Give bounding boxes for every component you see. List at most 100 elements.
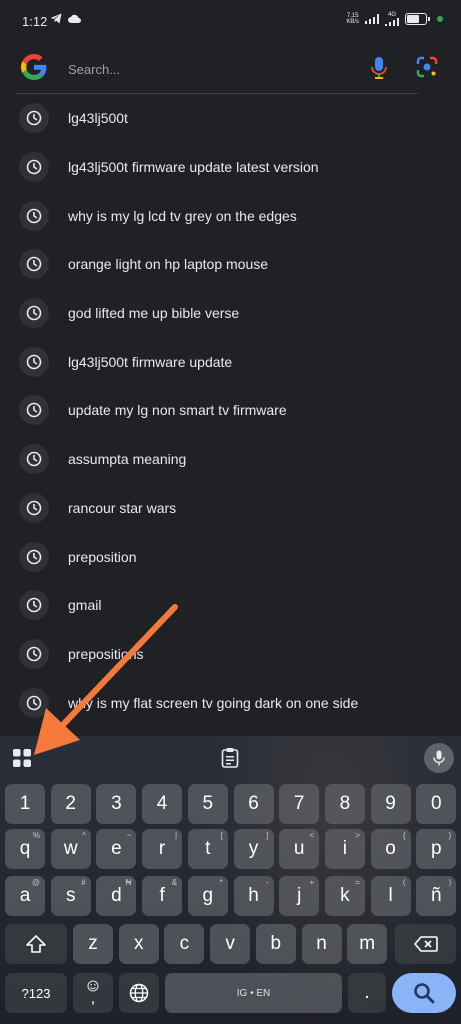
key-letter[interactable]: e ~ (96, 829, 137, 869)
backspace-icon (413, 936, 438, 952)
key-label: 5 (202, 793, 214, 814)
key-hint: ( (402, 878, 406, 887)
key-letter[interactable]: u < (279, 829, 320, 869)
key-label: 9 (385, 793, 396, 814)
key-letter[interactable]: r | (142, 829, 183, 869)
key-number[interactable]: 0 (416, 784, 457, 824)
key-label: i (342, 838, 347, 859)
key-letter[interactable]: b (255, 924, 296, 964)
key-label: t (205, 838, 211, 859)
key-label: 3 (111, 793, 122, 814)
google-logo-icon (21, 54, 47, 80)
key-letter[interactable]: o{ (370, 829, 411, 869)
suggestion-text: lg43lj500t firmware update (68, 353, 233, 370)
key-number[interactable]: 6 (233, 784, 274, 824)
key-letter[interactable]: a @ (5, 876, 45, 916)
key-letter[interactable]: ñ) (416, 876, 457, 916)
history-suggestion[interactable]: gmail (0, 581, 461, 630)
key-label: 4 (156, 793, 168, 814)
key-letter[interactable]: c (164, 924, 205, 964)
key-letter[interactable]: m (347, 924, 388, 964)
history-suggestion[interactable]: rancour star wars (0, 484, 461, 533)
history-suggestion[interactable]: prepositions (0, 630, 461, 679)
language-globe-key[interactable] (119, 973, 159, 1013)
key-label: 6 (248, 793, 259, 814)
key-number[interactable]: 1 (5, 784, 45, 824)
symbols-key[interactable]: ?123 (5, 973, 67, 1013)
keyboard-search-key[interactable] (392, 973, 456, 1013)
history-suggestion[interactable]: preposition (0, 532, 461, 581)
key-letter[interactable]: y] (233, 829, 274, 869)
history-clock-icon (19, 346, 49, 377)
key-letter[interactable]: i > (324, 829, 365, 869)
key-hint: ] (266, 831, 269, 840)
key-number[interactable]: 4 (142, 784, 183, 824)
emoji-comma-key[interactable]: , (73, 973, 113, 1013)
history-clock-icon (19, 152, 49, 183)
history-suggestion[interactable]: assumpta meaning (0, 435, 461, 484)
key-number[interactable]: 5 (187, 784, 228, 824)
search-icon (414, 983, 435, 1004)
period-key[interactable]: . (348, 973, 386, 1013)
key-label: o (385, 838, 396, 859)
key-letter[interactable]: g * (187, 876, 228, 916)
key-letter[interactable]: j + (279, 876, 320, 916)
key-label: s (65, 885, 76, 906)
suggestion-text: god lifted me up bible verse (68, 305, 240, 322)
google-lens-icon[interactable] (416, 56, 438, 78)
history-suggestion[interactable]: god lifted me up bible verse (0, 289, 461, 338)
space-bar[interactable]: IG • EN (165, 973, 342, 1013)
key-label: g (202, 885, 214, 906)
key-letter[interactable]: p} (416, 829, 457, 869)
key-number[interactable]: 3 (96, 784, 137, 824)
suggestion-text: why is my flat screen tv going dark on o… (68, 694, 359, 711)
key-letter[interactable]: x (118, 924, 159, 964)
key-letter[interactable]: w ^ (50, 829, 91, 869)
suggestion-text: update my lg non smart tv firmware (68, 402, 287, 419)
history-suggestion[interactable]: lg43lj500t firmware update (0, 337, 461, 386)
key-letter[interactable]: z (73, 924, 113, 964)
telegram-icon (50, 13, 62, 24)
shift-key[interactable] (5, 924, 67, 964)
key-number[interactable]: 9 (370, 784, 411, 824)
key-label: 1 (19, 793, 31, 814)
history-suggestion[interactable]: lg43lj500t (0, 94, 461, 143)
mic-icon (433, 750, 445, 766)
history-suggestion[interactable]: why is my lg lcd tv grey on the edges (0, 191, 461, 240)
history-suggestion[interactable]: lg43lj500t firmware update latest versio… (0, 143, 461, 192)
search-bar (16, 44, 438, 92)
key-label: k (340, 885, 350, 906)
key-letter[interactable]: k = (324, 876, 365, 916)
key-hint: } (448, 831, 452, 840)
battery-icon (405, 13, 430, 25)
keyboard-voice-input-button[interactable] (424, 743, 454, 773)
voice-search-mic-icon[interactable] (370, 56, 388, 80)
key-number[interactable]: 7 (279, 784, 320, 824)
history-suggestion[interactable]: why is my flat screen tv going dark on o… (0, 678, 461, 727)
key-label: 7 (293, 793, 305, 814)
history-clock-icon (19, 298, 49, 329)
key-number[interactable]: 2 (50, 784, 91, 824)
key-hint: < (309, 831, 315, 840)
key-letter[interactable]: q% (5, 829, 45, 869)
key-label: n (316, 933, 327, 954)
key-letter[interactable]: d ₦ (96, 876, 137, 916)
key-number[interactable]: 8 (324, 784, 365, 824)
key-label: y (248, 838, 259, 859)
search-input[interactable] (66, 56, 350, 82)
keyboard-apps-grid-icon[interactable] (12, 748, 32, 768)
cloud-icon (68, 14, 81, 23)
key-letter[interactable]: v (210, 924, 251, 964)
key-letter[interactable]: n (301, 924, 342, 964)
key-label: q (19, 838, 31, 859)
key-letter[interactable]: t[ (187, 829, 228, 869)
key-letter[interactable]: h- (233, 876, 274, 916)
key-letter[interactable]: l( (370, 876, 411, 916)
key-letter[interactable]: s # (50, 876, 91, 916)
history-suggestion[interactable]: orange light on hp laptop mouse (0, 240, 461, 289)
clipboard-icon[interactable] (220, 747, 240, 769)
backspace-key[interactable] (395, 924, 456, 964)
history-suggestion[interactable]: update my lg non smart tv firmware (0, 386, 461, 435)
status-bar: 1:12 7.15 KB/s 4G (0, 0, 461, 40)
key-letter[interactable]: f & (142, 876, 183, 916)
